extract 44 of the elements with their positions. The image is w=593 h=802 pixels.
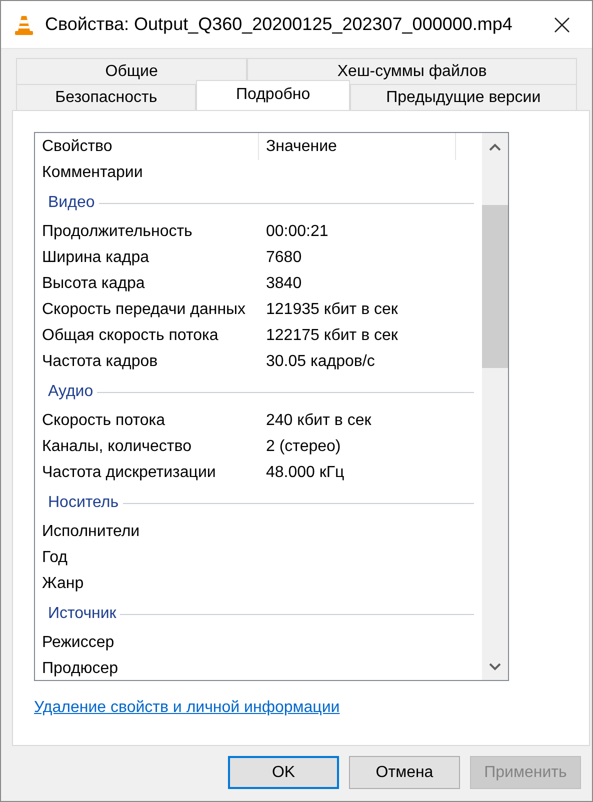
traffic-cone-icon: [13, 14, 35, 36]
group-heading: Источник: [48, 605, 118, 623]
property-name: Частота дискретизации: [41, 464, 217, 482]
property-name: Комментарии: [41, 164, 144, 182]
remove-properties-link[interactable]: Удаление свойств и личной информации: [34, 699, 340, 717]
property-value: 240 кбит в сек: [265, 412, 372, 430]
dialog-button[interactable]: Отмена: [349, 756, 460, 789]
property-name: Продюсер: [41, 660, 120, 678]
property-value: 30.05 кадров/с: [265, 353, 375, 371]
property-value: 122175 кбит в сек: [265, 327, 398, 345]
property-name: Год: [41, 549, 68, 567]
tab[interactable]: Подробно: [196, 80, 350, 110]
property-name: Жанр: [41, 575, 85, 593]
property-value: 121935 кбит в сек: [265, 301, 398, 319]
window-title: Свойства: Output_Q360_20200125_202307_000000.mp4: [45, 14, 514, 35]
group-heading: Видео: [48, 194, 96, 212]
group-heading: Носитель: [48, 494, 120, 512]
property-name: Скорость потока: [41, 412, 166, 430]
property-value: 7680: [265, 249, 302, 267]
tab[interactable]: Предыдущие версии: [350, 84, 577, 110]
property-name: Общая скорость потока: [41, 327, 220, 345]
property-name: Исполнители: [41, 523, 141, 541]
tab[interactable]: Общие: [16, 58, 248, 84]
close-icon[interactable]: [554, 16, 570, 32]
property-name: Каналы, количество: [41, 438, 192, 456]
property-name: Высота кадра: [41, 275, 146, 293]
property-name: Ширина кадра: [41, 249, 150, 267]
property-name: Частота кадров: [41, 353, 159, 371]
property-value: 00:00:21: [265, 223, 328, 241]
tab[interactable]: Хеш-суммы файлов: [247, 58, 577, 84]
property-value: 48.000 кГц: [265, 464, 344, 482]
scroll-down-icon[interactable]: [489, 662, 501, 670]
property-name: Скорость передачи данных: [41, 301, 247, 319]
scroll-up-icon[interactable]: [489, 142, 501, 150]
column-header[interactable]: Значение: [259, 133, 456, 160]
property-value: 2 (стерео): [265, 438, 341, 456]
property-value: 3840: [265, 275, 302, 293]
property-name: Режиссер: [41, 634, 116, 652]
column-header[interactable]: Свойство: [35, 133, 259, 160]
scrollbar-thumb[interactable]: [482, 205, 508, 368]
group-heading: Аудио: [48, 383, 94, 401]
property-name: Продолжительность: [41, 223, 194, 241]
dialog-button[interactable]: OK: [228, 756, 339, 789]
tab[interactable]: Безопасность: [16, 84, 196, 110]
